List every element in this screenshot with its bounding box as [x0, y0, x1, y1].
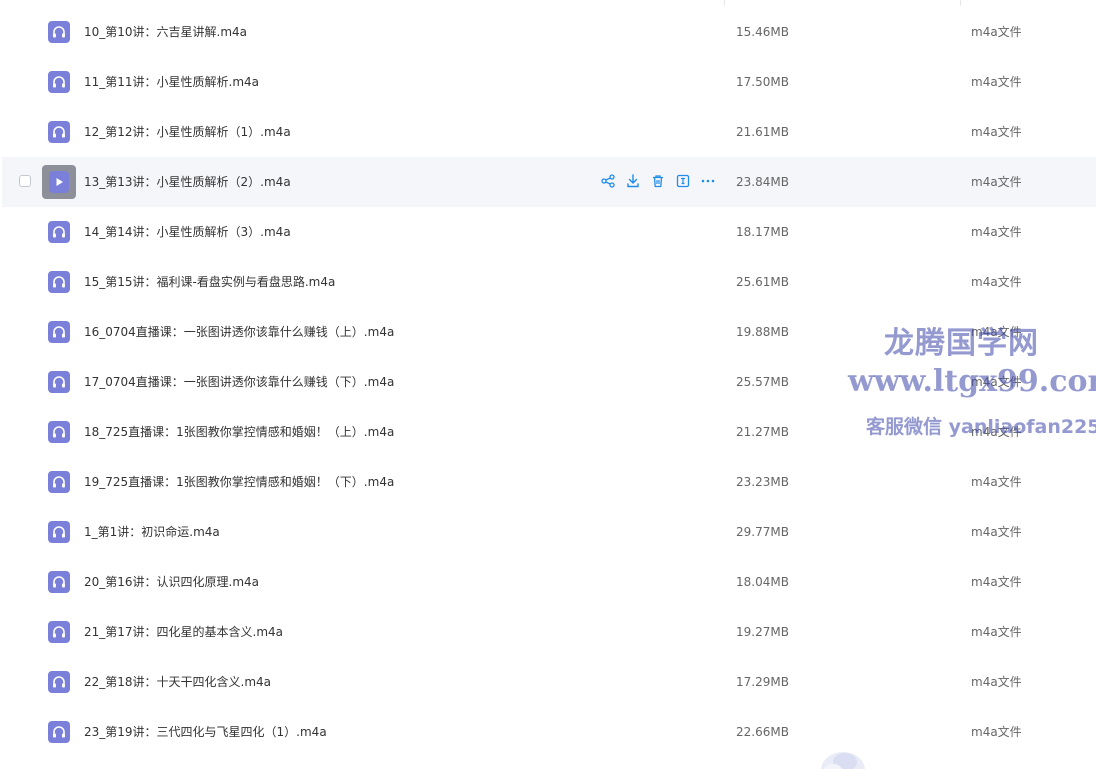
- file-size: 15.46MB: [736, 25, 789, 39]
- file-type: m4a文件: [971, 625, 1022, 639]
- file-type: m4a文件: [971, 425, 1022, 439]
- column-divider: [724, 0, 725, 6]
- file-size: 23.84MB: [736, 175, 789, 189]
- file-size: 21.61MB: [736, 125, 789, 139]
- file-row[interactable]: 22_第18讲：十天干四化含义.m4a 17.29MB m4a文件: [2, 657, 1096, 707]
- file-type: m4a文件: [971, 175, 1022, 189]
- file-row[interactable]: 14_第14讲：小星性质解析（3）.m4a 18.17MB m4a文件: [2, 207, 1096, 257]
- file-list-page: 10_第10讲：六吉星讲解.m4a 15.46MB m4a文件 11_第11讲：小星性…: [0, 0, 1096, 769]
- share-icon[interactable]: [600, 173, 616, 189]
- headphones-icon: [48, 71, 70, 93]
- file-name[interactable]: 12_第12讲：小星性质解析（1）.m4a: [84, 123, 291, 141]
- headphones-icon: [48, 321, 70, 343]
- file-row[interactable]: 16_0704直播课：一张图讲透你该靠什么赚钱（上）.m4a 19.88MB m4a…: [2, 307, 1096, 357]
- file-size: 19.88MB: [736, 325, 789, 339]
- headphones-icon: [48, 621, 70, 643]
- file-name[interactable]: 23_第19讲：三代四化与飞星四化（1）.m4a: [84, 723, 327, 741]
- file-size: 17.29MB: [736, 675, 789, 689]
- file-name[interactable]: 16_0704直播课：一张图讲透你该靠什么赚钱（上）.m4a: [84, 323, 394, 341]
- file-row[interactable]: 21_第17讲：四化星的基本含义.m4a 19.27MB m4a文件: [2, 607, 1096, 657]
- more-icon[interactable]: [700, 173, 716, 189]
- file-type: m4a文件: [971, 575, 1022, 589]
- headphones-icon: [48, 421, 70, 443]
- headphones-icon: [48, 571, 70, 593]
- file-name[interactable]: 1_第1讲：初识命运.m4a: [84, 523, 220, 541]
- headphones-icon: [48, 521, 70, 543]
- file-name[interactable]: 15_第15讲：福利课-看盘实例与看盘思路.m4a: [84, 273, 335, 291]
- file-size: 25.61MB: [736, 275, 789, 289]
- file-row[interactable]: 12_第12讲：小星性质解析（1）.m4a 21.61MB m4a文件: [2, 107, 1096, 157]
- file-size: 22.66MB: [736, 725, 789, 739]
- file-row[interactable]: 11_第11讲：小星性质解析.m4a 17.50MB m4a文件: [2, 57, 1096, 107]
- file-name[interactable]: 19_725直播课：1张图教你掌控情感和婚姻！（下）.m4a: [84, 473, 394, 491]
- file-size: 21.27MB: [736, 425, 789, 439]
- file-size: 23.23MB: [736, 475, 789, 489]
- file-name[interactable]: 14_第14讲：小星性质解析（3）.m4a: [84, 223, 291, 241]
- file-row[interactable]: 17_0704直播课：一张图讲透你该靠什么赚钱（下）.m4a 25.57MB m4a…: [2, 357, 1096, 407]
- headphones-icon: [48, 121, 70, 143]
- file-row[interactable]: 23_第19讲：三代四化与飞星四化（1）.m4a 22.66MB m4a文件: [2, 707, 1096, 757]
- row-actions: [600, 173, 716, 191]
- headphones-icon: [48, 671, 70, 693]
- file-row[interactable]: 1_第1讲：初识命运.m4a 29.77MB m4a文件: [2, 507, 1096, 557]
- file-name[interactable]: 13_第13讲：小星性质解析（2）.m4a: [84, 173, 291, 191]
- cloud-decoration-icon: [821, 752, 865, 769]
- headphones-icon: [48, 471, 70, 493]
- file-size: 29.77MB: [736, 525, 789, 539]
- headphones-icon: [48, 21, 70, 43]
- file-type: m4a文件: [971, 75, 1022, 89]
- file-name[interactable]: 10_第10讲：六吉星讲解.m4a: [84, 23, 247, 41]
- file-row[interactable]: 18_725直播课：1张图教你掌控情感和婚姻！（上）.m4a 21.27MB m4a…: [2, 407, 1096, 457]
- column-divider: [960, 0, 961, 6]
- file-type: m4a文件: [971, 375, 1022, 389]
- file-type: m4a文件: [971, 25, 1022, 39]
- file-name[interactable]: 18_725直播课：1张图教你掌控情感和婚姻！（上）.m4a: [84, 423, 394, 441]
- file-type: m4a文件: [971, 325, 1022, 339]
- file-name[interactable]: 22_第18讲：十天干四化含义.m4a: [84, 673, 271, 691]
- headphones-icon: [48, 221, 70, 243]
- download-icon[interactable]: [625, 173, 641, 189]
- file-name[interactable]: 11_第11讲：小星性质解析.m4a: [84, 73, 259, 91]
- delete-icon[interactable]: [650, 173, 666, 189]
- row-checkbox[interactable]: [19, 175, 31, 187]
- file-type: m4a文件: [971, 525, 1022, 539]
- file-type: m4a文件: [971, 675, 1022, 689]
- file-type: m4a文件: [971, 225, 1022, 239]
- rename-icon[interactable]: [675, 173, 691, 189]
- headphones-icon: [48, 371, 70, 393]
- headphones-icon: [48, 721, 70, 743]
- play-icon[interactable]: [42, 165, 76, 199]
- file-type: m4a文件: [971, 475, 1022, 489]
- file-row[interactable]: 20_第16讲：认识四化原理.m4a 18.04MB m4a文件: [2, 557, 1096, 607]
- file-size: 19.27MB: [736, 625, 789, 639]
- file-name[interactable]: 21_第17讲：四化星的基本含义.m4a: [84, 623, 283, 641]
- file-size: 25.57MB: [736, 375, 789, 389]
- file-row[interactable]: 10_第10讲：六吉星讲解.m4a 15.46MB m4a文件: [2, 7, 1096, 57]
- file-name[interactable]: 17_0704直播课：一张图讲透你该靠什么赚钱（下）.m4a: [84, 373, 394, 391]
- file-type: m4a文件: [971, 125, 1022, 139]
- headphones-icon: [48, 271, 70, 293]
- file-row[interactable]: 19_725直播课：1张图教你掌控情感和婚姻！（下）.m4a 23.23MB m4a…: [2, 457, 1096, 507]
- file-size: 18.17MB: [736, 225, 789, 239]
- file-type: m4a文件: [971, 725, 1022, 739]
- file-size: 17.50MB: [736, 75, 789, 89]
- file-name[interactable]: 20_第16讲：认识四化原理.m4a: [84, 573, 259, 591]
- file-size: 18.04MB: [736, 575, 789, 589]
- file-row[interactable]: 15_第15讲：福利课-看盘实例与看盘思路.m4a 25.61MB m4a文件: [2, 257, 1096, 307]
- file-type: m4a文件: [971, 275, 1022, 289]
- file-row[interactable]: 13_第13讲：小星性质解析（2）.m4a 23.84MB m4a文件: [2, 157, 1096, 207]
